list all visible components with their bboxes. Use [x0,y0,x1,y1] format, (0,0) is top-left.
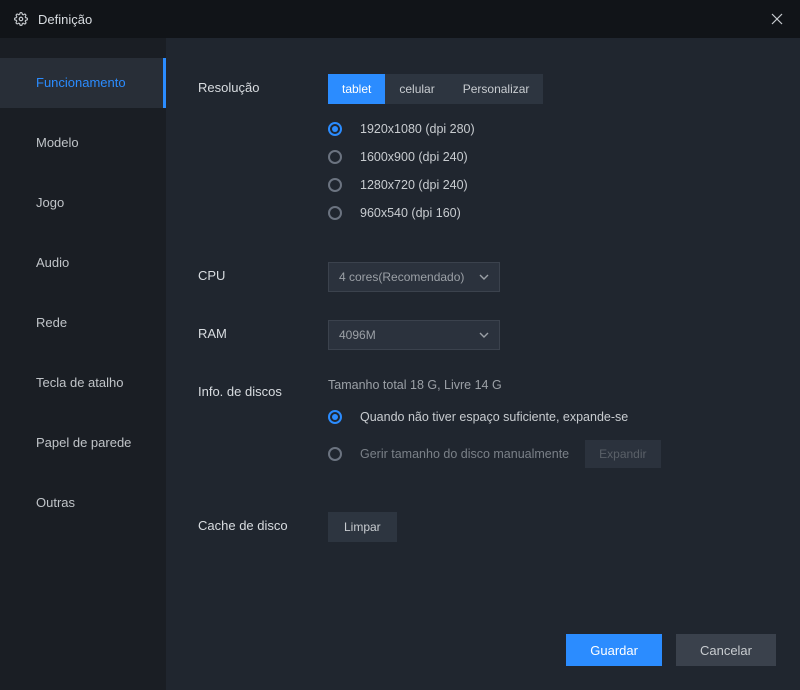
button-label: Limpar [344,520,381,534]
disk-option-manual[interactable]: Gerir tamanho do disco manualmente Expan… [328,440,800,468]
close-icon[interactable] [768,10,786,28]
cpu-select[interactable]: 4 cores(Recomendado) [328,262,500,292]
tab-tablet[interactable]: tablet [328,74,385,104]
radio-label: 1600x900 (dpi 240) [360,150,468,164]
sidebar-item-tecla-de-atalho[interactable]: Tecla de atalho [0,358,166,408]
sidebar-item-label: Modelo [36,135,79,150]
resolution-label: Resolução [198,74,328,95]
sidebar-item-label: Funcionamento [36,75,126,90]
titlebar: Definição [0,0,800,38]
window-title: Definição [38,12,768,27]
expand-button[interactable]: Expandir [585,440,660,468]
radio-icon [328,206,342,220]
resolution-options: 1920x1080 (dpi 280) 1600x900 (dpi 240) 1… [328,122,800,220]
resolution-option[interactable]: 960x540 (dpi 160) [328,206,800,220]
radio-label: 1920x1080 (dpi 280) [360,122,475,136]
cache-label: Cache de disco [198,512,328,533]
chevron-down-icon [479,332,489,338]
chevron-down-icon [479,274,489,280]
sidebar-item-funcionamento[interactable]: Funcionamento [0,58,166,108]
footer: Guardar Cancelar [566,634,776,666]
button-label: Cancelar [700,643,752,658]
sidebar-item-label: Rede [36,315,67,330]
select-value: 4096M [339,328,376,342]
radio-label: Quando não tiver espaço suficiente, expa… [360,410,628,424]
radio-icon [328,410,342,424]
tab-celular[interactable]: celular [385,74,448,104]
ram-select[interactable]: 4096M [328,320,500,350]
disk-info-label: Info. de discos [198,378,328,399]
disk-info-text: Tamanho total 18 G, Livre 14 G [328,378,800,392]
gear-icon [14,12,28,26]
sidebar-item-label: Audio [36,255,69,270]
button-label: Expandir [599,447,646,461]
radio-icon [328,178,342,192]
sidebar-item-label: Jogo [36,195,64,210]
radio-label: 960x540 (dpi 160) [360,206,461,220]
radio-label: 1280x720 (dpi 240) [360,178,468,192]
select-value: 4 cores(Recomendado) [339,270,464,284]
resolution-option[interactable]: 1600x900 (dpi 240) [328,150,800,164]
cancel-button[interactable]: Cancelar [676,634,776,666]
clear-cache-button[interactable]: Limpar [328,512,397,542]
sidebar-item-jogo[interactable]: Jogo [0,178,166,228]
radio-icon [328,150,342,164]
sidebar-item-outras[interactable]: Outras [0,478,166,528]
sidebar-item-modelo[interactable]: Modelo [0,118,166,168]
tab-label: tablet [342,82,371,96]
ram-label: RAM [198,320,328,341]
sidebar-item-label: Tecla de atalho [36,375,123,390]
sidebar-item-label: Papel de parede [36,435,131,450]
resolution-option[interactable]: 1280x720 (dpi 240) [328,178,800,192]
disk-option-auto[interactable]: Quando não tiver espaço suficiente, expa… [328,410,800,424]
sidebar-item-label: Outras [36,495,75,510]
radio-label: Gerir tamanho do disco manualmente [360,447,569,461]
tab-personalizar[interactable]: Personalizar [449,74,544,104]
tab-label: Personalizar [463,82,530,96]
sidebar-item-papel-de-parede[interactable]: Papel de parede [0,418,166,468]
main-panel: Resolução tablet celular Personalizar 19… [166,38,800,690]
resolution-tabs: tablet celular Personalizar [328,74,800,104]
sidebar-item-rede[interactable]: Rede [0,298,166,348]
tab-label: celular [399,82,434,96]
resolution-option[interactable]: 1920x1080 (dpi 280) [328,122,800,136]
cpu-label: CPU [198,262,328,283]
sidebar: Funcionamento Modelo Jogo Audio Rede Tec… [0,38,166,690]
radio-icon [328,122,342,136]
save-button[interactable]: Guardar [566,634,662,666]
button-label: Guardar [590,643,638,658]
sidebar-item-audio[interactable]: Audio [0,238,166,288]
radio-icon [328,447,342,461]
